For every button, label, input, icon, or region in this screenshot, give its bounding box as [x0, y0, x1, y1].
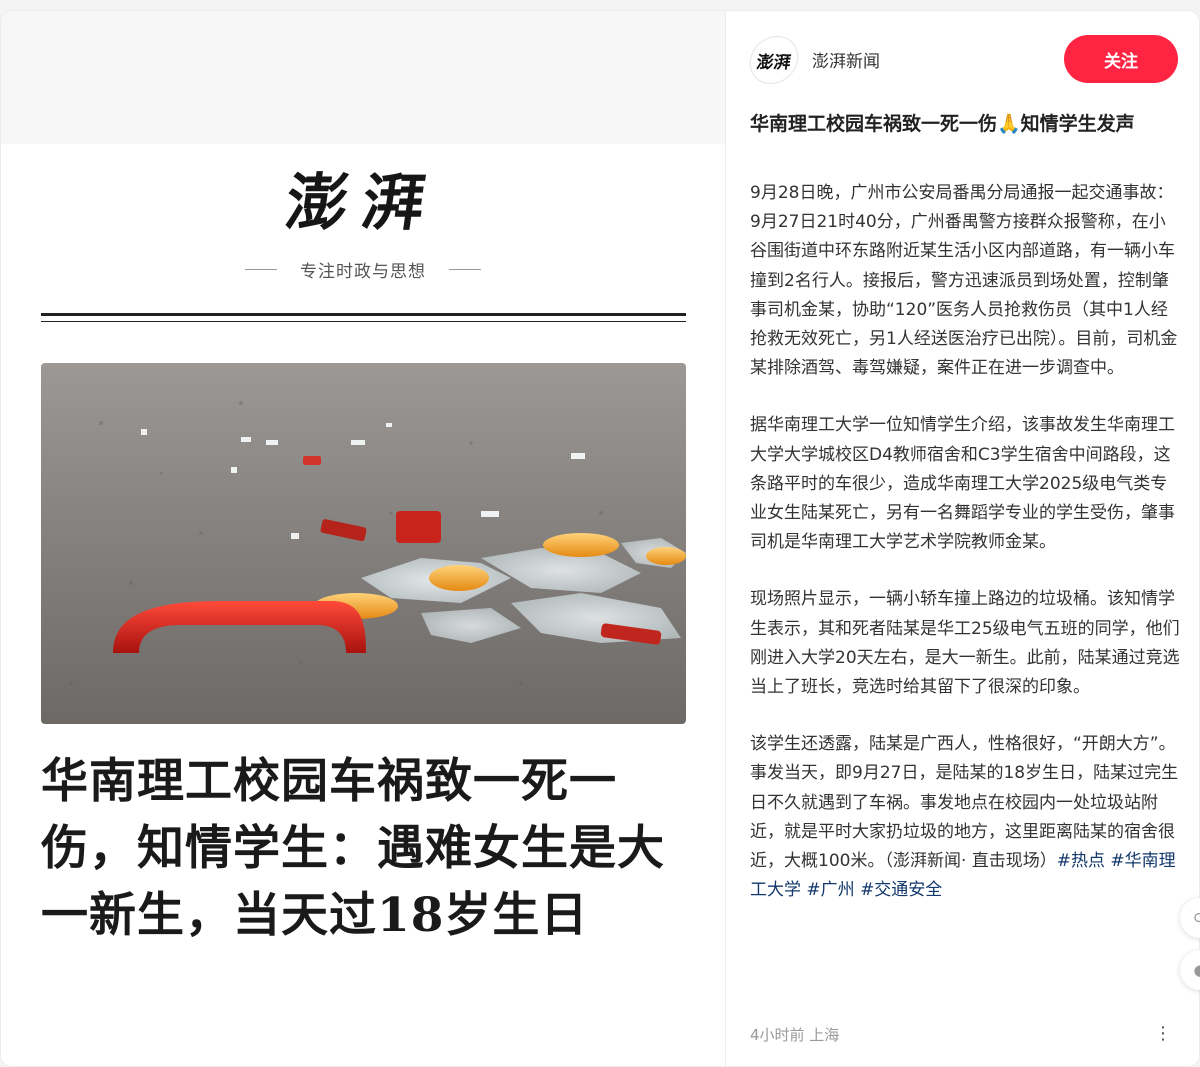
divider-thick	[41, 313, 686, 316]
post-detail-window: 澎湃 专注时政与思想 华南理工校园车祸致一死一伤，知情学生：遇难女生是大一新生，…	[0, 10, 1200, 1067]
slogan-row: 专注时政与思想	[245, 254, 481, 284]
divider-thin	[41, 321, 686, 322]
article-headline: 华南理工校园车祸致一死一伤，知情学生：遇难女生是大一新生，当天过18岁生日	[41, 754, 665, 943]
tag-guangzhou[interactable]: #广州	[806, 880, 854, 900]
paragraph-4: 该学生还透露，陆某是广西人，性格很好，“开朗大方”。事发当天，即9月27日，是陆…	[750, 730, 1180, 905]
post-title: 华南理工校园车祸致一死一伤🙏知情学生发声	[750, 113, 1135, 135]
media-panel[interactable]: 澎湃 专注时政与思想 华南理工校园车祸致一死一伤，知情学生：遇难女生是大一新生，…	[1, 11, 725, 1066]
slogan: 专注时政与思想	[300, 261, 426, 282]
accident-scene-photo	[41, 363, 686, 724]
article-card-image: 澎湃 专注时政与思想 华南理工校园车祸致一死一伤，知情学生：遇难女生是大一新生，…	[1, 144, 725, 1066]
thepaper-logo: 澎湃	[281, 166, 444, 239]
paragraph-3: 现场照片显示，一辆小轿车撞上路边的垃圾桶。该知情学生表示，其和死者陆某是华工25…	[750, 589, 1180, 698]
tag-hot[interactable]: #热点	[1057, 851, 1105, 871]
tag-traffic-safety[interactable]: #交通安全	[860, 880, 942, 900]
slogan-line-left	[245, 268, 277, 270]
more-dots-icon[interactable]: ⋮	[1154, 1023, 1172, 1044]
paragraph-1: 9月28日晚，广州市公安局番禺分局通报一起交通事故：9月27日21时40分，广州…	[750, 183, 1178, 379]
post-meta: 4小时前 上海	[750, 1026, 840, 1044]
post-panel: 澎湃 澎湃新闻 关注 华南理工校园车祸致一死一伤🙏知情学生发声 9月28日晚，广…	[725, 11, 1199, 1066]
follow-button[interactable]: 关注	[1064, 35, 1178, 83]
author-name[interactable]: 澎湃新闻	[812, 47, 880, 72]
post-body: 9月28日晚，广州市公安局番禺分局通报一起交通事故：9月27日21时40分，广州…	[750, 179, 1180, 933]
paragraph-2: 据华南理工大学一位知情学生介绍，该事故发生华南理工大学大学城校区D4教师宿舍和C…	[750, 415, 1175, 553]
slogan-line-right	[449, 268, 481, 270]
avatar[interactable]: 澎湃	[746, 36, 802, 84]
